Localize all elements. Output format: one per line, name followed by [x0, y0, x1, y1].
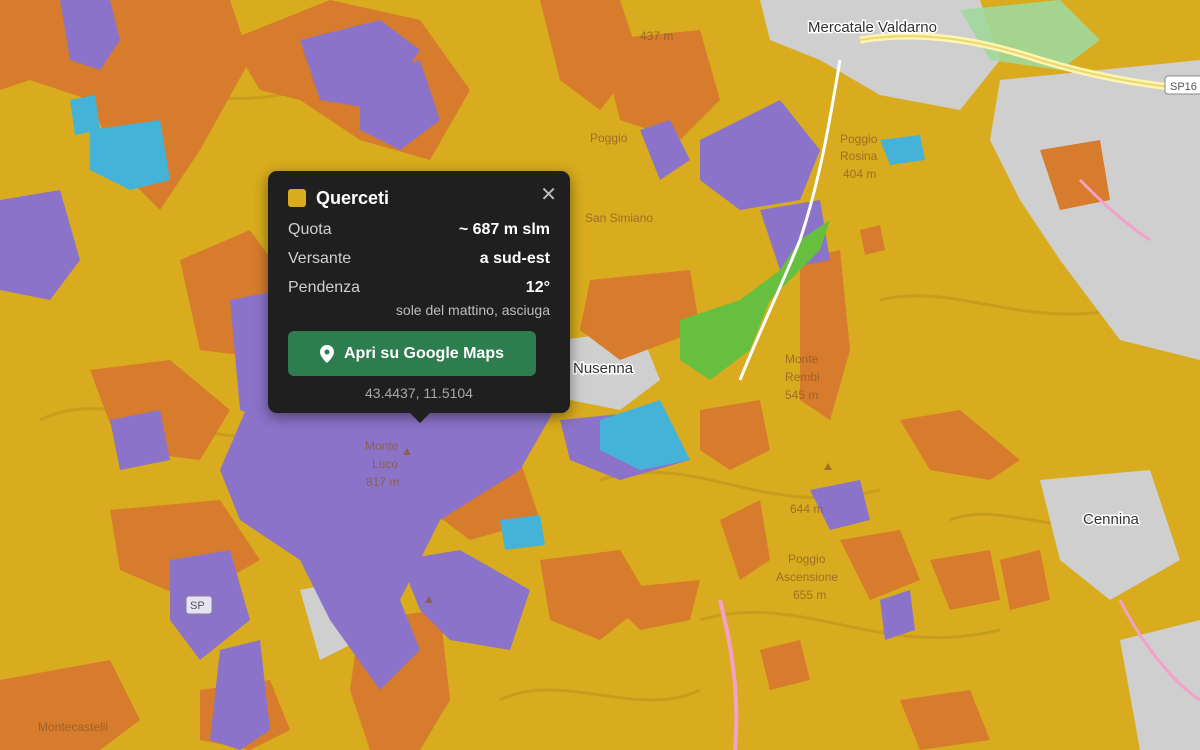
row-value: a sud-est — [479, 250, 550, 267]
row-label: Pendenza — [288, 279, 361, 296]
aspect-note: sole del mattino, asciuga — [395, 302, 550, 318]
row-label: Quota — [288, 221, 332, 238]
peak-label-poggio-ascensione-2: Ascensione — [776, 570, 838, 584]
button-label: Apri su Google Maps — [343, 344, 504, 362]
peak-label-monte-rembi-1: Monte — [785, 352, 819, 366]
open-google-maps-button[interactable]: Apri su Google Maps — [288, 331, 536, 376]
town-label-mercatale: Mercatale Valdarno — [808, 19, 937, 36]
peak-label-poggio-ascensione-1: Poggio — [788, 552, 826, 566]
svg-text:SP16: SP16 — [1170, 81, 1197, 93]
row-value: ~ 687 m slm — [458, 221, 550, 238]
map-pin-icon — [319, 344, 334, 363]
peak-label-poggio-rosina-3: 404 m — [843, 167, 876, 181]
peak-label-monte-luco-2: Luco — [372, 457, 398, 471]
vegetation-map[interactable]: Mercatale Valdarno Nusenna Cennina SP16 … — [0, 0, 1200, 750]
info-popup: ✕ Querceti Quota ~ 687 m slm Versante a … — [268, 171, 570, 423]
road-label-sp16: SP16 — [1164, 75, 1200, 95]
peak-label-644: 644 m — [790, 502, 823, 516]
peak-label-monte-rembi-3: 545 m — [785, 388, 818, 402]
peak-label-poggio-sansimiano-1: Poggio — [590, 131, 628, 145]
row-quota: Quota ~ 687 m slm — [288, 221, 550, 242]
peak-label-poggio-ascensione-3: 655 m — [793, 588, 826, 602]
peak-label-poggio-rosina-2: Rosina — [840, 149, 878, 163]
peak-label-poggio-rosina-1: Poggio — [840, 132, 878, 146]
coordinates: 43.4437, 11.5104 — [365, 385, 473, 401]
peak-label-monte-rembi-2: Rembi — [785, 370, 820, 384]
town-label-montecastelli: Montecastelli — [38, 720, 108, 734]
town-label-nusenna: Nusenna — [573, 360, 634, 377]
peak-label-monte-luco-1: Monte — [365, 439, 399, 453]
row-value: 12° — [525, 279, 550, 296]
popup-header: Querceti — [288, 185, 550, 211]
road-label-sp: SP — [185, 595, 213, 615]
peak-label-monte-luco-3: 817 m — [366, 475, 399, 489]
row-label: Versante — [288, 250, 352, 267]
peak-label-437: 437 m — [640, 29, 673, 43]
category-swatch — [288, 189, 306, 207]
popup-title: Querceti — [316, 187, 390, 208]
row-versante: Versante a sud-est — [288, 250, 550, 271]
close-icon[interactable]: ✕ — [540, 185, 557, 205]
row-pendenza: Pendenza 12° — [288, 279, 550, 300]
svg-text:SP: SP — [190, 600, 205, 612]
town-label-cennina: Cennina — [1083, 511, 1140, 528]
peak-label-poggio-sansimiano-2: San Simiano — [585, 211, 653, 225]
